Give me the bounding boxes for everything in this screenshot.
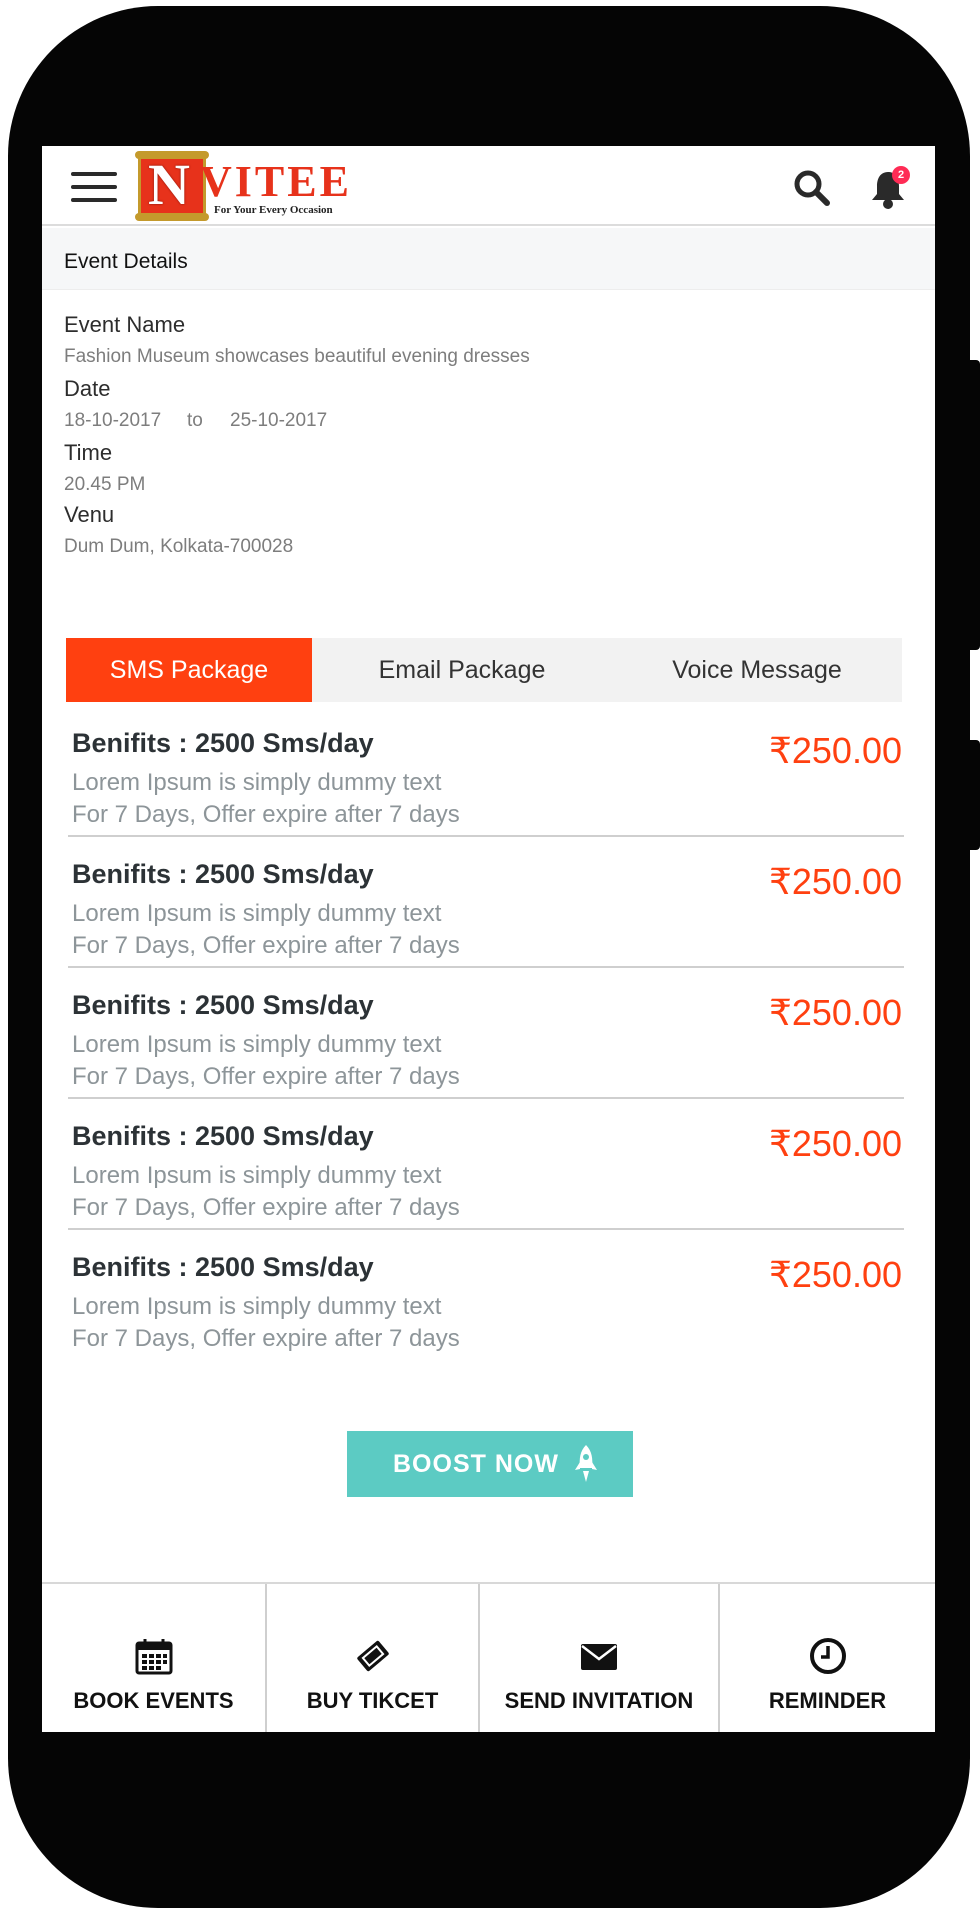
bottom-navigation: BOOK EVENTS BUY TIKCET SEND INVITATION R… <box>42 1582 935 1732</box>
package-duration: For 7 Days, Offer expire after 7 days <box>72 1194 460 1221</box>
section-title: Event Details <box>64 250 188 273</box>
package-duration: For 7 Days, Offer expire after 7 days <box>72 932 460 959</box>
package-title: Benifits : 2500 Sms/day <box>72 728 374 758</box>
boost-now-button[interactable]: BOOST NOW <box>347 1431 633 1497</box>
venue-value: Dum Dum, Kolkata-700028 <box>64 536 294 557</box>
power-button <box>968 740 980 850</box>
logo-word: VITEE <box>200 157 352 206</box>
calendar-icon <box>135 1639 172 1675</box>
package-duration: For 7 Days, Offer expire after 7 days <box>72 1325 460 1352</box>
nav-buy-ticket[interactable]: BUY TIKCET <box>267 1584 480 1732</box>
package-tabs: SMS Package Email Package Voice Message <box>66 638 902 702</box>
package-item[interactable]: Benifits : 2500 Sms/day Lorem Ipsum is s… <box>68 968 904 1099</box>
package-description: Lorem Ipsum is simply dummy text <box>72 1162 442 1189</box>
package-price: ₹250.00 <box>768 730 902 771</box>
nav-book-events[interactable]: BOOK EVENTS <box>42 1584 267 1732</box>
tab-sms-package[interactable]: SMS Package <box>66 638 312 702</box>
nav-label: BUY TIKCET <box>306 1688 439 1713</box>
package-description: Lorem Ipsum is simply dummy text <box>72 1031 442 1058</box>
nav-label: REMINDER <box>768 1688 887 1713</box>
package-price: ₹250.00 <box>768 1254 902 1295</box>
venue-label: Venu <box>64 502 115 527</box>
envelope-icon <box>581 1644 617 1670</box>
time-value: 20.45 PM <box>64 474 146 495</box>
nav-label: BOOK EVENTS <box>73 1688 234 1713</box>
volume-button <box>968 360 980 650</box>
boost-label: BOOST NOW <box>393 1450 559 1478</box>
package-duration: For 7 Days, Offer expire after 7 days <box>72 1063 460 1090</box>
event-details-header: Event Details <box>42 228 935 290</box>
ticket-icon <box>356 1640 389 1672</box>
menu-icon[interactable] <box>71 172 117 202</box>
package-description: Lorem Ipsum is simply dummy text <box>72 1293 442 1320</box>
package-description: Lorem Ipsum is simply dummy text <box>72 900 442 927</box>
tab-voice-message[interactable]: Voice Message <box>612 638 902 702</box>
search-icon[interactable] <box>792 168 832 208</box>
nav-send-invitation[interactable]: SEND INVITATION <box>480 1584 720 1732</box>
package-title: Benifits : 2500 Sms/day <box>72 1252 374 1282</box>
package-item[interactable]: Benifits : 2500 Sms/day Lorem Ipsum is s… <box>68 706 904 837</box>
notification-badge: 2 <box>892 166 910 184</box>
package-price: ₹250.00 <box>768 861 902 902</box>
event-name-value: Fashion Museum showcases beautiful eveni… <box>64 346 530 367</box>
package-title: Benifits : 2500 Sms/day <box>72 990 374 1020</box>
time-label: Time <box>64 440 113 465</box>
app-header: N VITEE For Your Every Occasion 2 <box>42 146 935 226</box>
package-item[interactable]: Benifits : 2500 Sms/day Lorem Ipsum is s… <box>68 1230 904 1361</box>
date-label: Date <box>64 376 111 401</box>
date-end-value: 25-10-2017 <box>230 410 328 431</box>
date-start-value: 18-10-2017 <box>64 410 162 431</box>
package-title: Benifits : 2500 Sms/day <box>72 1121 374 1151</box>
package-price: ₹250.00 <box>768 1123 902 1164</box>
package-duration: For 7 Days, Offer expire after 7 days <box>72 801 460 828</box>
logo-tagline: For Your Every Occasion <box>214 204 333 216</box>
event-name-label: Event Name <box>64 312 186 337</box>
package-item[interactable]: Benifits : 2500 Sms/day Lorem Ipsum is s… <box>68 1099 904 1230</box>
clock-icon <box>809 1638 846 1674</box>
rocket-icon <box>575 1445 597 1482</box>
package-item[interactable]: Benifits : 2500 Sms/day Lorem Ipsum is s… <box>68 837 904 968</box>
date-separator: to <box>187 410 203 431</box>
package-price: ₹250.00 <box>768 992 902 1033</box>
package-list: Benifits : 2500 Sms/day Lorem Ipsum is s… <box>68 706 904 1361</box>
tab-email-package[interactable]: Email Package <box>312 638 612 702</box>
package-title: Benifits : 2500 Sms/day <box>72 859 374 889</box>
logo-letter: N <box>148 152 190 217</box>
app-screen: N VITEE For Your Every Occasion 2 Event … <box>42 146 935 1732</box>
nav-reminder[interactable]: REMINDER <box>720 1584 935 1732</box>
app-logo[interactable]: N VITEE For Your Every Occasion <box>135 151 358 221</box>
nav-label: SEND INVITATION <box>504 1688 694 1713</box>
package-description: Lorem Ipsum is simply dummy text <box>72 769 442 796</box>
